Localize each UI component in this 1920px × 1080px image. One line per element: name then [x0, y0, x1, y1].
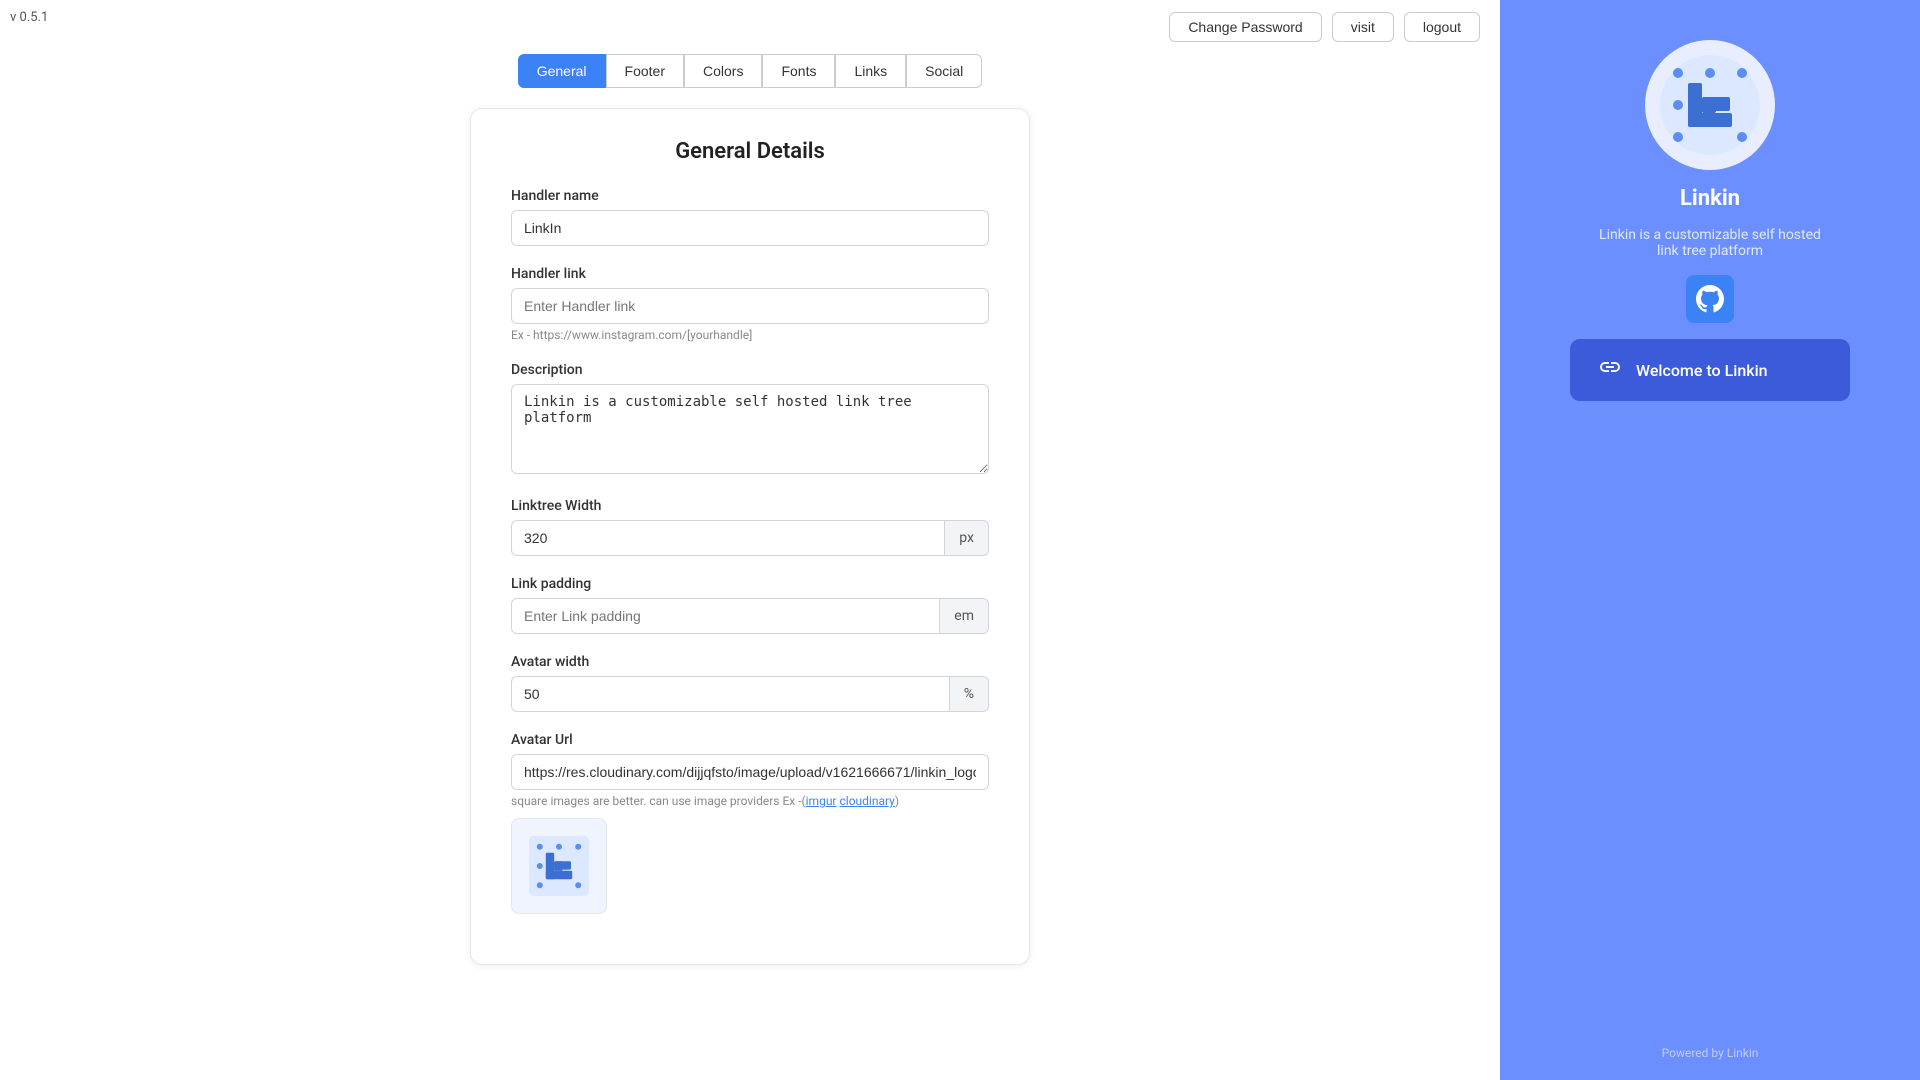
form-card: General Details Handler name Handler lin… — [470, 108, 1030, 965]
link-padding-input-wrapper: em — [511, 598, 989, 634]
avatar-url-group: Avatar Url square images are better. can… — [511, 732, 989, 914]
avatar-url-hint: square images are better. can use image … — [511, 794, 989, 808]
github-button[interactable] — [1686, 275, 1734, 323]
chain-icon — [1598, 355, 1622, 379]
linktree-width-input[interactable] — [511, 520, 945, 556]
welcome-button[interactable]: Welcome to Linkin — [1570, 339, 1850, 401]
handler-link-label: Handler link — [511, 266, 989, 282]
left-panel: v 0.5.1 Change Password visit logout Gen… — [0, 0, 1500, 1080]
tab-bar: General Footer Colors Fonts Links Social — [0, 54, 1500, 88]
description-label: Description — [511, 362, 989, 378]
form-title: General Details — [511, 139, 989, 164]
linktree-width-unit: px — [945, 520, 989, 556]
tab-general[interactable]: General — [518, 54, 606, 88]
handler-link-hint: Ex - https://www.instagram.com/[yourhand… — [511, 328, 989, 342]
tab-social[interactable]: Social — [906, 54, 982, 88]
description-input[interactable]: Linkin is a customizable self hosted lin… — [511, 384, 989, 474]
welcome-button-label: Welcome to Linkin — [1636, 361, 1768, 380]
right-panel: Linkin Linkin is a customizable self hos… — [1500, 0, 1920, 1080]
logout-button[interactable]: logout — [1404, 12, 1480, 42]
github-icon — [1696, 285, 1724, 313]
avatar-width-input[interactable] — [511, 676, 950, 712]
linktree-width-input-wrapper: px — [511, 520, 989, 556]
preview-app-name: Linkin — [1680, 186, 1740, 211]
top-bar: Change Password visit logout — [0, 0, 1500, 54]
cloudinary-link[interactable]: cloudinary — [840, 794, 895, 808]
avatar-preview — [511, 818, 607, 914]
version-label: v 0.5.1 — [10, 10, 48, 25]
imgur-link[interactable]: imgur — [806, 794, 837, 808]
handler-name-group: Handler name — [511, 188, 989, 246]
handler-name-input[interactable] — [511, 210, 989, 246]
link-padding-input[interactable] — [511, 598, 940, 634]
avatar-url-label: Avatar Url — [511, 732, 989, 748]
preview-app-description: Linkin is a customizable self hosted lin… — [1590, 227, 1830, 259]
visit-button[interactable]: visit — [1332, 12, 1394, 42]
tab-links[interactable]: Links — [835, 54, 906, 88]
link-padding-unit: em — [940, 598, 989, 634]
description-group: Description Linkin is a customizable sel… — [511, 362, 989, 478]
tab-fonts[interactable]: Fonts — [762, 54, 835, 88]
link-icon — [1598, 355, 1622, 385]
preview-content: Linkin Linkin is a customizable self hos… — [1570, 40, 1850, 401]
preview-avatar — [1645, 40, 1775, 170]
avatar-width-input-wrapper: % — [511, 676, 989, 712]
avatar-preview-image — [529, 836, 589, 896]
handler-name-label: Handler name — [511, 188, 989, 204]
preview-avatar-image — [1660, 55, 1760, 155]
avatar-width-unit: % — [950, 676, 989, 712]
powered-by-label: Powered by Linkin — [1662, 1046, 1759, 1060]
tab-colors[interactable]: Colors — [684, 54, 762, 88]
avatar-width-group: Avatar width % — [511, 654, 989, 712]
change-password-button[interactable]: Change Password — [1169, 12, 1321, 42]
avatar-url-input[interactable] — [511, 754, 989, 790]
linktree-width-group: Linktree Width px — [511, 498, 989, 556]
link-padding-group: Link padding em — [511, 576, 989, 634]
avatar-width-label: Avatar width — [511, 654, 989, 670]
handler-link-group: Handler link Ex - https://www.instagram.… — [511, 266, 989, 342]
link-padding-label: Link padding — [511, 576, 989, 592]
handler-link-input[interactable] — [511, 288, 989, 324]
tab-footer[interactable]: Footer — [606, 54, 684, 88]
linktree-width-label: Linktree Width — [511, 498, 989, 514]
